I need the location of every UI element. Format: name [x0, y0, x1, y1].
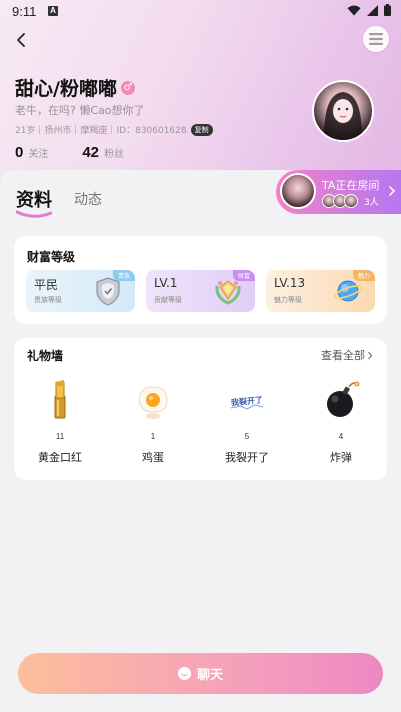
wealth-level-title: 财富等级 [27, 250, 76, 264]
gift-count: 1 [150, 432, 156, 441]
following-count[interactable]: 0 [15, 144, 23, 161]
battery-icon [384, 4, 391, 16]
notification-icon: A [48, 6, 58, 16]
menu-icon [369, 33, 383, 45]
level-value: LV.1 [154, 276, 178, 290]
status-icons [347, 4, 391, 16]
profile-name-row: 甜心/粉嘟嘟 ♂ [15, 74, 135, 101]
followers-label[interactable]: 粉丝 [104, 145, 124, 160]
gift-wall-card: 礼物墙 查看全部 11 黄金口红 1 鸡蛋 我裂开了 5 我裂开了 4 炸弹 [14, 338, 387, 480]
charm-level-box[interactable]: 魅力 LV.13 魅力等级 [266, 270, 375, 312]
smile-icon [177, 667, 191, 680]
gift-name: 鸡蛋 [142, 451, 164, 464]
wreath-badge-icon [215, 280, 241, 305]
level-subtitle: 魅力等级 [274, 296, 302, 304]
level-subtitle: 贵族等级 [34, 296, 62, 304]
wealth-level-card: 财富等级 贵族 平民 贵族等级 财富 LV.1 贡献等级 魅力 LV.13 魅力… [14, 236, 387, 324]
gift-item[interactable]: 4 炸弹 [301, 378, 381, 465]
contribution-level-box[interactable]: 财富 LV.1 贡献等级 [146, 270, 255, 312]
gift-count: 5 [244, 432, 250, 441]
gift-item[interactable]: 11 黄金口红 [20, 378, 100, 465]
profile-stats: 0 关注 42 粉丝 [15, 144, 124, 161]
gift-name: 我裂开了 [225, 451, 269, 464]
profile-id: ID：830601628 [116, 126, 187, 136]
profile-zodiac: 摩羯座 [80, 126, 108, 136]
status-bar: 9:11 A [0, 0, 401, 22]
profile-age: 21岁 [15, 126, 36, 136]
view-all-label: 查看全部 [321, 349, 365, 362]
egg-icon [131, 378, 175, 422]
copy-id-button[interactable]: 复制 [190, 123, 213, 136]
divider [39, 125, 41, 134]
gender-male-icon: ♂ [120, 80, 135, 95]
following-label[interactable]: 关注 [28, 145, 48, 160]
profile-name: 甜心/粉嘟嘟 [15, 78, 117, 100]
chevron-right-icon [368, 351, 373, 359]
room-members-avatars [322, 194, 358, 208]
level-value: 平民 [34, 278, 59, 292]
more-menu-button[interactable] [363, 26, 389, 52]
followers-count[interactable]: 42 [82, 144, 99, 161]
gift-item[interactable]: 1 鸡蛋 [113, 378, 193, 465]
gift-wall-title: 礼物墙 [27, 349, 64, 363]
room-status-text: TA正在房间 [322, 179, 380, 192]
in-room-banner[interactable]: TA正在房间 3人 [276, 170, 401, 214]
chat-button[interactable]: 聊天 [18, 653, 383, 694]
shield-badge-icon [96, 277, 120, 306]
divider [111, 125, 113, 134]
level-value: LV.13 [274, 276, 306, 290]
avatar[interactable] [312, 80, 374, 142]
profile-meta: 21岁 扬州市 摩羯座 ID：830601628 复制 [15, 123, 213, 136]
tab-active-indicator [16, 210, 52, 218]
wifi-icon [347, 5, 361, 15]
gift-item[interactable]: 我裂开了 5 我裂开了 [207, 378, 287, 465]
tab-moments[interactable]: 动态 [74, 189, 102, 209]
profile-city: 扬州市 [44, 126, 72, 136]
signal-icon [367, 4, 378, 16]
room-member-count: 3人 [364, 198, 379, 208]
room-host-avatar [280, 173, 316, 209]
view-all-gifts-link[interactable]: 查看全部 [321, 347, 373, 363]
chevron-left-icon [17, 33, 25, 47]
tab-profile-info[interactable]: 资料 [16, 186, 52, 212]
gift-name: 炸弹 [330, 451, 352, 464]
gift-count: 4 [338, 432, 344, 441]
gold-lipstick-icon [38, 378, 82, 422]
level-subtitle: 贡献等级 [154, 296, 182, 304]
noble-level-box[interactable]: 贵族 平民 贵族等级 [26, 270, 135, 312]
gift-name: 黄金口红 [38, 451, 82, 464]
gift-count: 11 [55, 432, 65, 441]
bomb-icon [319, 378, 363, 422]
chat-button-label: 聊天 [196, 668, 223, 683]
profile-bio: 老牛，在吗? 懒Cao想你了 [15, 104, 145, 117]
status-time: 9:11 [12, 4, 37, 19]
chevron-right-icon [389, 186, 396, 196]
divider [75, 125, 77, 134]
planet-badge-icon [333, 280, 363, 302]
back-button[interactable] [12, 30, 32, 50]
cracked-text-icon: 我裂开了 [225, 378, 269, 422]
